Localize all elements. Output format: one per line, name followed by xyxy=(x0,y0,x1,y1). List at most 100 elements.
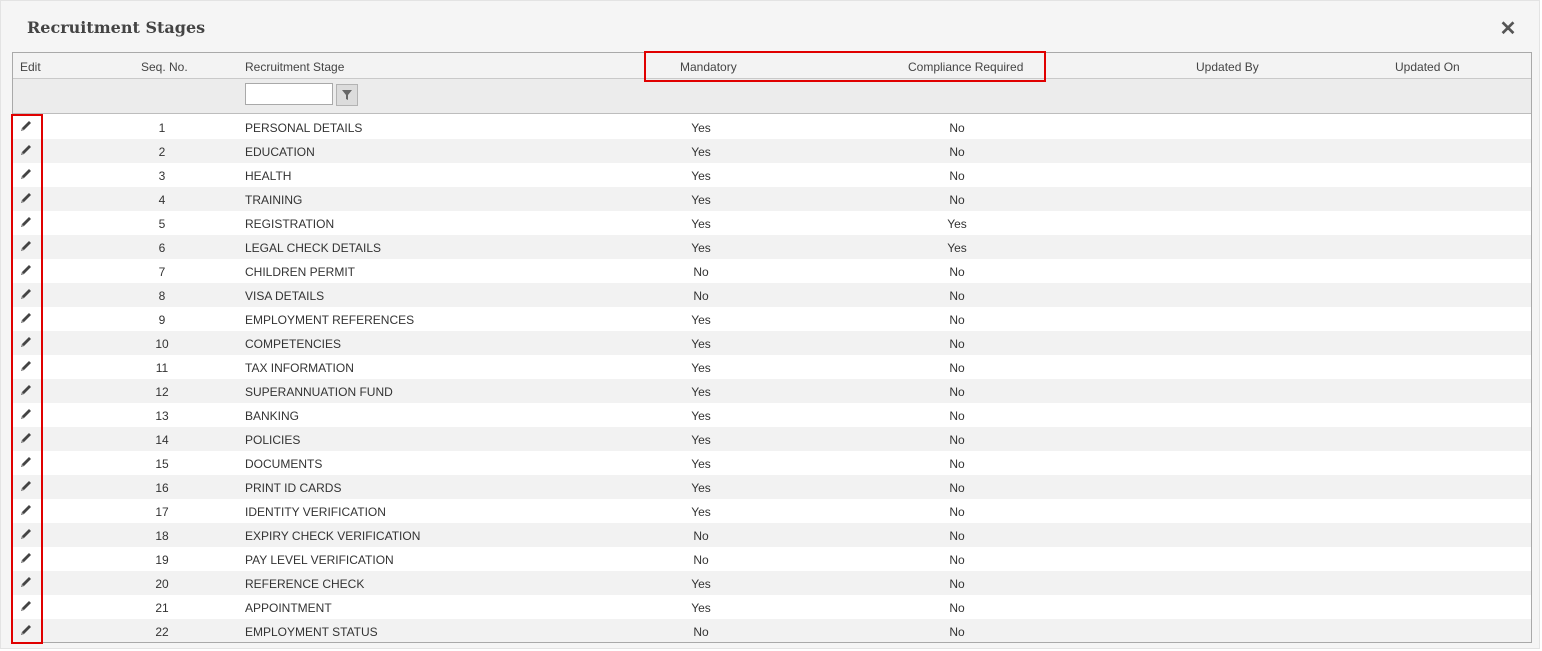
stage-name-cell: PERSONAL DETAILS xyxy=(245,121,363,135)
seq-no-cell: 6 xyxy=(158,241,166,255)
stage-name-cell: PRINT ID CARDS xyxy=(245,481,342,495)
column-header-recruitment-stage[interactable]: Recruitment Stage xyxy=(245,60,344,74)
seq-no-cell: 22 xyxy=(155,625,169,639)
table-row[interactable]: 19 PAY LEVEL VERIFICATION No No xyxy=(13,547,1531,571)
pencil-icon[interactable] xyxy=(19,599,33,613)
seq-no-cell: 4 xyxy=(158,193,166,207)
column-header-updated-by[interactable]: Updated By xyxy=(1196,60,1259,74)
pencil-icon[interactable] xyxy=(19,431,33,445)
compliance-cell: No xyxy=(949,145,965,159)
compliance-cell: No xyxy=(949,265,965,279)
pencil-icon[interactable] xyxy=(19,623,33,637)
seq-no-cell: 7 xyxy=(158,265,166,279)
pencil-icon[interactable] xyxy=(19,287,33,301)
table-row[interactable]: 6 LEGAL CHECK DETAILS Yes Yes xyxy=(13,235,1531,259)
table-row[interactable]: 20 REFERENCE CHECK Yes No xyxy=(13,571,1531,595)
table-row[interactable]: 2 EDUCATION Yes No xyxy=(13,139,1531,163)
seq-no-cell: 2 xyxy=(158,145,166,159)
grid-body: 1 PERSONAL DETAILS Yes No 2 EDUCATION Yes No 3 HE… xyxy=(13,115,1531,642)
table-row[interactable]: 11 TAX INFORMATION Yes No xyxy=(13,355,1531,379)
table-row[interactable]: 22 EMPLOYMENT STATUS No No xyxy=(13,619,1531,642)
stage-name-cell: TAX INFORMATION xyxy=(245,361,354,375)
seq-no-cell: 15 xyxy=(155,457,169,471)
pencil-icon[interactable] xyxy=(19,335,33,349)
pencil-icon[interactable] xyxy=(19,551,33,565)
compliance-cell: No xyxy=(949,433,965,447)
compliance-cell: Yes xyxy=(947,241,967,255)
pencil-icon[interactable] xyxy=(19,503,33,517)
seq-no-cell: 19 xyxy=(155,553,169,567)
pencil-icon[interactable] xyxy=(19,167,33,181)
dialog-title: Recruitment Stages xyxy=(27,18,206,37)
stage-name-cell: EMPLOYMENT STATUS xyxy=(245,625,378,639)
table-row[interactable]: 13 BANKING Yes No xyxy=(13,403,1531,427)
stage-name-cell: POLICIES xyxy=(245,433,301,447)
compliance-cell: No xyxy=(949,169,965,183)
table-row[interactable]: 18 EXPIRY CHECK VERIFICATION No No xyxy=(13,523,1531,547)
table-row[interactable]: 14 POLICIES Yes No xyxy=(13,427,1531,451)
pencil-icon[interactable] xyxy=(19,263,33,277)
stages-grid: Edit Seq. No. Recruitment Stage Mandator… xyxy=(12,52,1532,643)
stage-filter-input[interactable] xyxy=(245,83,333,105)
seq-no-cell: 12 xyxy=(155,385,169,399)
close-icon[interactable]: ✕ xyxy=(1498,19,1518,39)
compliance-cell: No xyxy=(949,505,965,519)
pencil-icon[interactable] xyxy=(19,311,33,325)
pencil-icon[interactable] xyxy=(19,479,33,493)
seq-no-cell: 21 xyxy=(155,601,169,615)
table-row[interactable]: 10 COMPETENCIES Yes No xyxy=(13,331,1531,355)
stage-name-cell: IDENTITY VERIFICATION xyxy=(245,505,386,519)
compliance-cell: Yes xyxy=(947,217,967,231)
pencil-icon[interactable] xyxy=(19,575,33,589)
pencil-icon[interactable] xyxy=(19,455,33,469)
table-row[interactable]: 15 DOCUMENTS Yes No xyxy=(13,451,1531,475)
column-header-updated-on[interactable]: Updated On xyxy=(1395,60,1460,74)
compliance-cell: No xyxy=(949,121,965,135)
stage-name-cell: DOCUMENTS xyxy=(245,457,323,471)
mandatory-cell: Yes xyxy=(691,361,711,375)
stage-name-cell: CHILDREN PERMIT xyxy=(245,265,356,279)
pencil-icon[interactable] xyxy=(19,119,33,133)
stage-name-cell: REFERENCE CHECK xyxy=(245,577,365,591)
table-row[interactable]: 16 PRINT ID CARDS Yes No xyxy=(13,475,1531,499)
compliance-cell: No xyxy=(949,385,965,399)
seq-no-cell: 1 xyxy=(158,121,166,135)
pencil-icon[interactable] xyxy=(19,215,33,229)
table-row[interactable]: 1 PERSONAL DETAILS Yes No xyxy=(13,115,1531,139)
compliance-cell: No xyxy=(949,577,965,591)
table-row[interactable]: 3 HEALTH Yes No xyxy=(13,163,1531,187)
compliance-cell: No xyxy=(949,361,965,375)
column-header-seq-no[interactable]: Seq. No. xyxy=(141,60,188,74)
mandatory-cell: No xyxy=(693,625,709,639)
seq-no-cell: 8 xyxy=(158,289,166,303)
pencil-icon[interactable] xyxy=(19,143,33,157)
pencil-icon[interactable] xyxy=(19,191,33,205)
mandatory-cell: No xyxy=(693,553,709,567)
column-header-edit[interactable]: Edit xyxy=(20,60,41,74)
compliance-cell: No xyxy=(949,337,965,351)
filter-button[interactable] xyxy=(336,84,358,106)
compliance-cell: No xyxy=(949,481,965,495)
mandatory-cell: No xyxy=(693,529,709,543)
pencil-icon[interactable] xyxy=(19,239,33,253)
filter-icon xyxy=(342,90,352,100)
mandatory-cell: Yes xyxy=(691,385,711,399)
mandatory-cell: Yes xyxy=(691,601,711,615)
compliance-cell: No xyxy=(949,313,965,327)
table-row[interactable]: 4 TRAINING Yes No xyxy=(13,187,1531,211)
column-header-compliance-required[interactable]: Compliance Required xyxy=(908,60,1023,74)
stage-name-cell: HEALTH xyxy=(245,169,292,183)
pencil-icon[interactable] xyxy=(19,383,33,397)
pencil-icon[interactable] xyxy=(19,407,33,421)
table-row[interactable]: 5 REGISTRATION Yes Yes xyxy=(13,211,1531,235)
table-row[interactable]: 21 APPOINTMENT Yes No xyxy=(13,595,1531,619)
mandatory-cell: No xyxy=(693,289,709,303)
table-row[interactable]: 9 EMPLOYMENT REFERENCES Yes No xyxy=(13,307,1531,331)
table-row[interactable]: 8 VISA DETAILS No No xyxy=(13,283,1531,307)
pencil-icon[interactable] xyxy=(19,527,33,541)
column-header-mandatory[interactable]: Mandatory xyxy=(680,60,737,74)
table-row[interactable]: 12 SUPERANNUATION FUND Yes No xyxy=(13,379,1531,403)
table-row[interactable]: 7 CHILDREN PERMIT No No xyxy=(13,259,1531,283)
table-row[interactable]: 17 IDENTITY VERIFICATION Yes No xyxy=(13,499,1531,523)
pencil-icon[interactable] xyxy=(19,359,33,373)
